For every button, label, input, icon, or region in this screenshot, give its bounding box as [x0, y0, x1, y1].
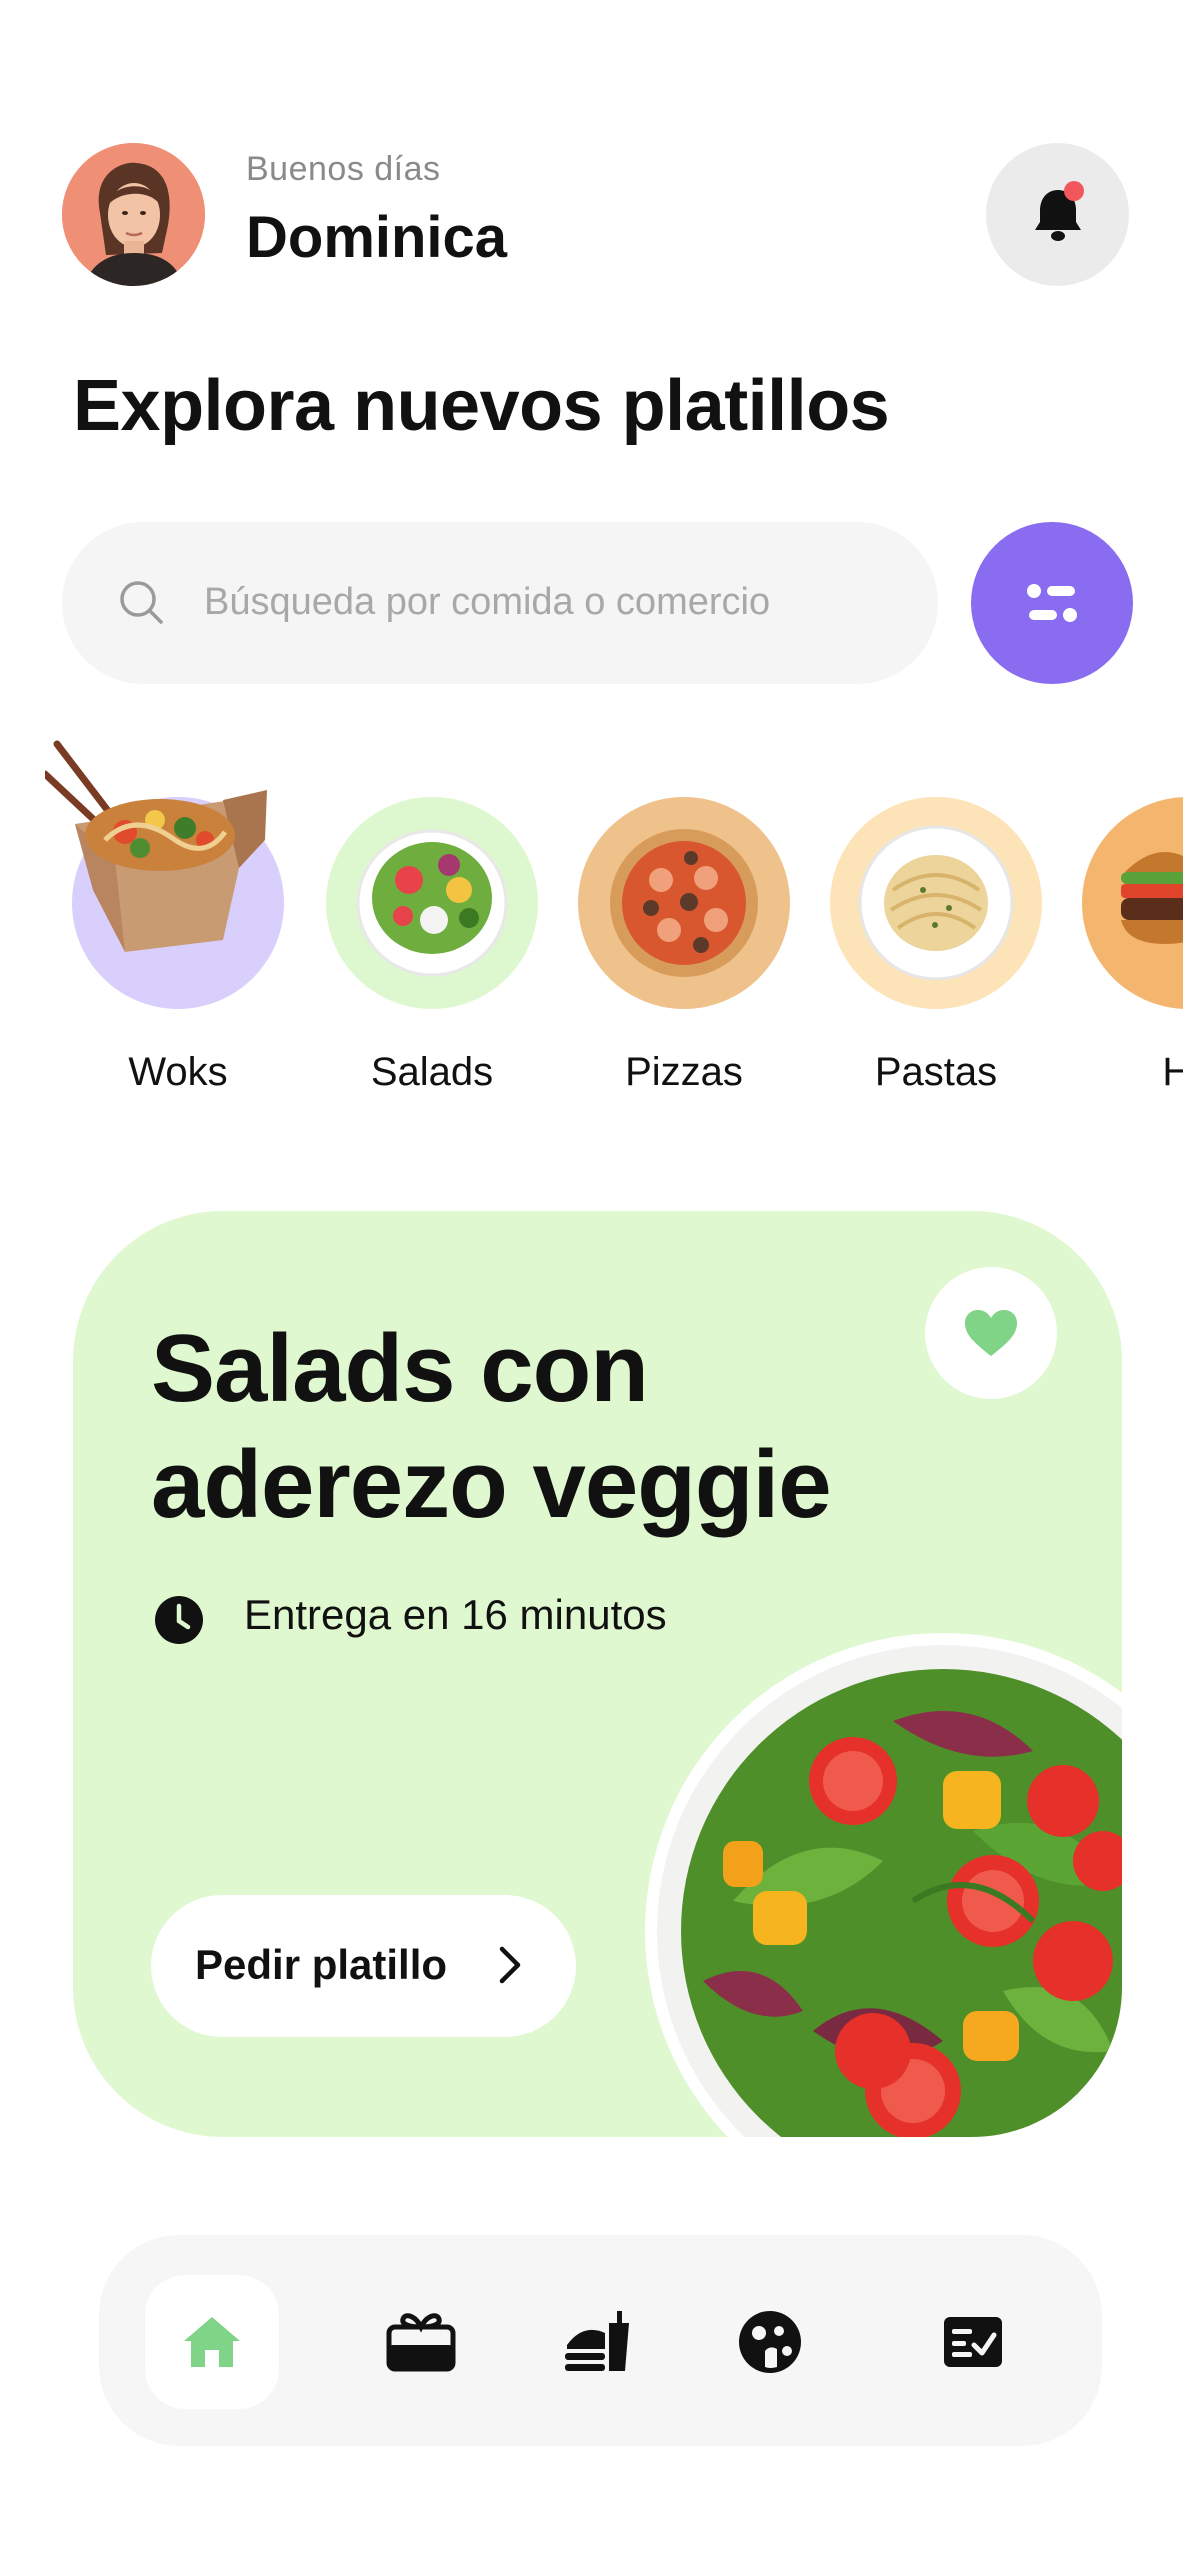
notifications-button[interactable]	[986, 143, 1129, 286]
salad-plate-image	[356, 829, 508, 977]
search-icon	[120, 581, 163, 624]
order-button[interactable]: Pedir platillo	[151, 1895, 576, 2037]
delivery-time: Entrega en 16 minutos	[244, 1591, 667, 1638]
filter-icon	[1027, 584, 1077, 622]
heart-icon	[965, 1310, 1017, 1356]
salad-bowl-image	[645, 1633, 1122, 2137]
category-woks[interactable]: Woks	[45, 740, 285, 1110]
filter-button[interactable]	[971, 522, 1133, 684]
search-input[interactable]	[204, 562, 904, 642]
greeting-text: Buenos días	[246, 150, 441, 188]
bottom-navigation	[99, 2235, 1102, 2446]
pizza-image	[610, 829, 758, 977]
nav-home[interactable]	[145, 2275, 279, 2409]
nav-rewards[interactable]	[354, 2275, 488, 2409]
clock-icon	[155, 1596, 203, 1644]
wok-box-image	[45, 740, 267, 952]
promo-title: Salads con aderezo veggie	[151, 1311, 951, 1543]
order-button-label: Pedir platillo	[195, 1941, 448, 1988]
category-label: Woks	[128, 1050, 228, 1094]
category-label: Pizzas	[625, 1050, 743, 1094]
gift-box-icon	[386, 2313, 456, 2372]
nav-delivery[interactable]	[531, 2275, 665, 2409]
checklist-icon	[944, 2317, 1002, 2367]
promo-title-line-1: Salads con	[151, 1315, 649, 1422]
chevron-right-icon	[499, 1946, 521, 1984]
cookie-icon	[739, 2311, 801, 2373]
category-carousel[interactable]: Woks Salads Pizzas Pastas H	[0, 740, 1183, 1110]
page-title: Explora nuevos platillos	[73, 366, 890, 446]
favorite-button[interactable]	[925, 1267, 1057, 1399]
search-bar[interactable]	[62, 522, 938, 684]
user-name: Dominica	[246, 205, 508, 270]
category-salads[interactable]: Salads	[299, 740, 539, 1110]
nav-orders[interactable]	[906, 2275, 1040, 2409]
category-label: Salads	[370, 1050, 494, 1094]
avatar[interactable]	[62, 143, 205, 286]
category-label: Pastas	[874, 1050, 998, 1094]
category-pizzas[interactable]: Pizzas	[551, 740, 791, 1110]
pasta-plate-image	[858, 825, 1014, 980]
nav-snacks[interactable]	[703, 2275, 837, 2409]
category-pastas[interactable]: Pastas	[803, 740, 1043, 1110]
category-hamburgers[interactable]: Ha	[1055, 740, 1183, 1110]
promo-title-line-2: aderezo veggie	[151, 1431, 832, 1538]
food-delivery-icon	[565, 2311, 629, 2371]
home-icon	[184, 2317, 240, 2367]
notification-dot	[1064, 181, 1084, 201]
promo-card[interactable]: Salads con aderezo veggie Entrega en 16 …	[73, 1211, 1122, 2137]
app-screen: Buenos días Dominica Explora nuevos plat…	[0, 0, 1183, 2560]
category-label: Ha	[1162, 1050, 1183, 1094]
burger-image	[1121, 852, 1183, 944]
